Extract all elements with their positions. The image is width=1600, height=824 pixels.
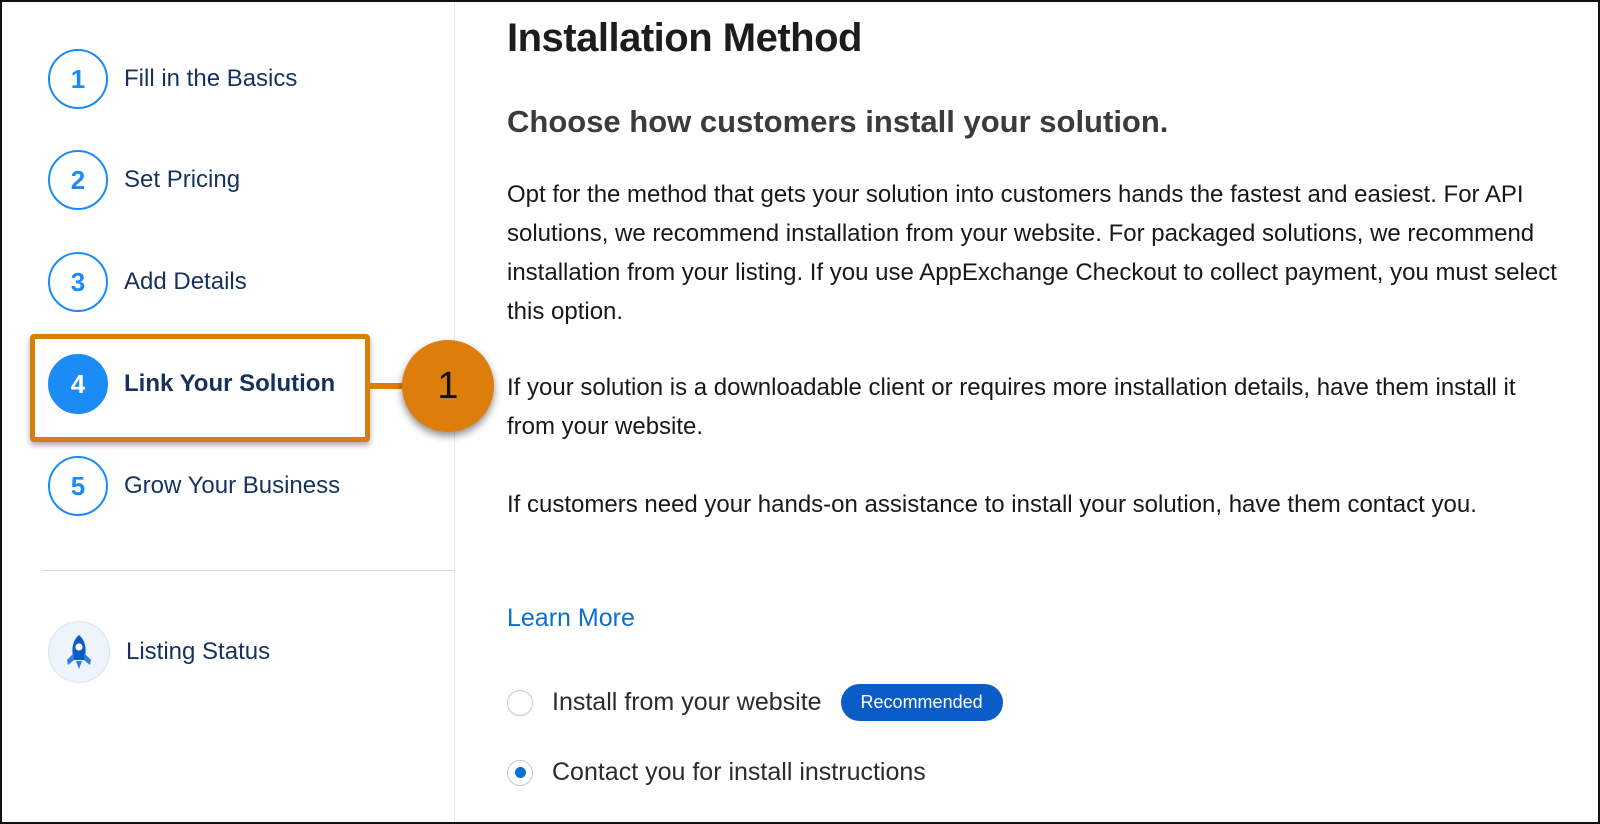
description-paragraph: Opt for the method that gets your soluti… (507, 181, 1557, 325)
listing-status-link[interactable]: Listing Status (48, 620, 270, 684)
sidebar: 1 Fill in the Basics 2 Set Pricing 3 Add… (2, 2, 455, 822)
recommended-badge: Recommended (840, 684, 1003, 721)
radio-button[interactable] (507, 689, 533, 716)
description-paragraph: If customers need your hands-on assistan… (507, 491, 1477, 518)
option-label: Install from your website (552, 688, 822, 716)
step-set-pricing[interactable]: 2 Set Pricing (48, 148, 240, 212)
step-fill-in-the-basics[interactable]: 1 Fill in the Basics (48, 47, 297, 111)
rocket-icon (48, 621, 110, 683)
option-contact-you[interactable]: Contact you for install instructions (507, 758, 926, 787)
step-label: Add Details (124, 268, 247, 295)
step-number: 5 (48, 456, 108, 516)
callout-connector (370, 383, 406, 389)
step-number: 1 (48, 49, 108, 109)
step-number: 3 (48, 252, 108, 312)
sidebar-divider (42, 570, 454, 571)
step-link-your-solution[interactable]: 4 Link Your Solution (48, 352, 335, 416)
step-label: Link Your Solution (124, 370, 336, 397)
step-number: 4 (48, 354, 108, 414)
option-label: Contact you for install instructions (552, 758, 926, 786)
step-label: Grow Your Business (124, 472, 341, 499)
step-number: 2 (48, 150, 108, 210)
step-grow-your-business[interactable]: 5 Grow Your Business (48, 454, 340, 518)
listing-status-label: Listing Status (126, 638, 271, 665)
radio-button-selected[interactable] (507, 759, 533, 786)
callout-marker: 1 (402, 340, 494, 432)
step-label: Fill in the Basics (124, 65, 298, 92)
page-subtitle: Choose how customers install your soluti… (507, 104, 1169, 139)
option-install-from-website[interactable]: Install from your website Recommended (507, 684, 1003, 721)
page-title: Installation Method (507, 16, 862, 60)
description-paragraph: If your solution is a downloadable clien… (507, 374, 1516, 440)
page-frame: 1 Fill in the Basics 2 Set Pricing 3 Add… (0, 0, 1600, 824)
step-label: Set Pricing (124, 166, 241, 193)
learn-more-link[interactable]: Learn More (507, 604, 635, 633)
step-add-details[interactable]: 3 Add Details (48, 250, 247, 314)
